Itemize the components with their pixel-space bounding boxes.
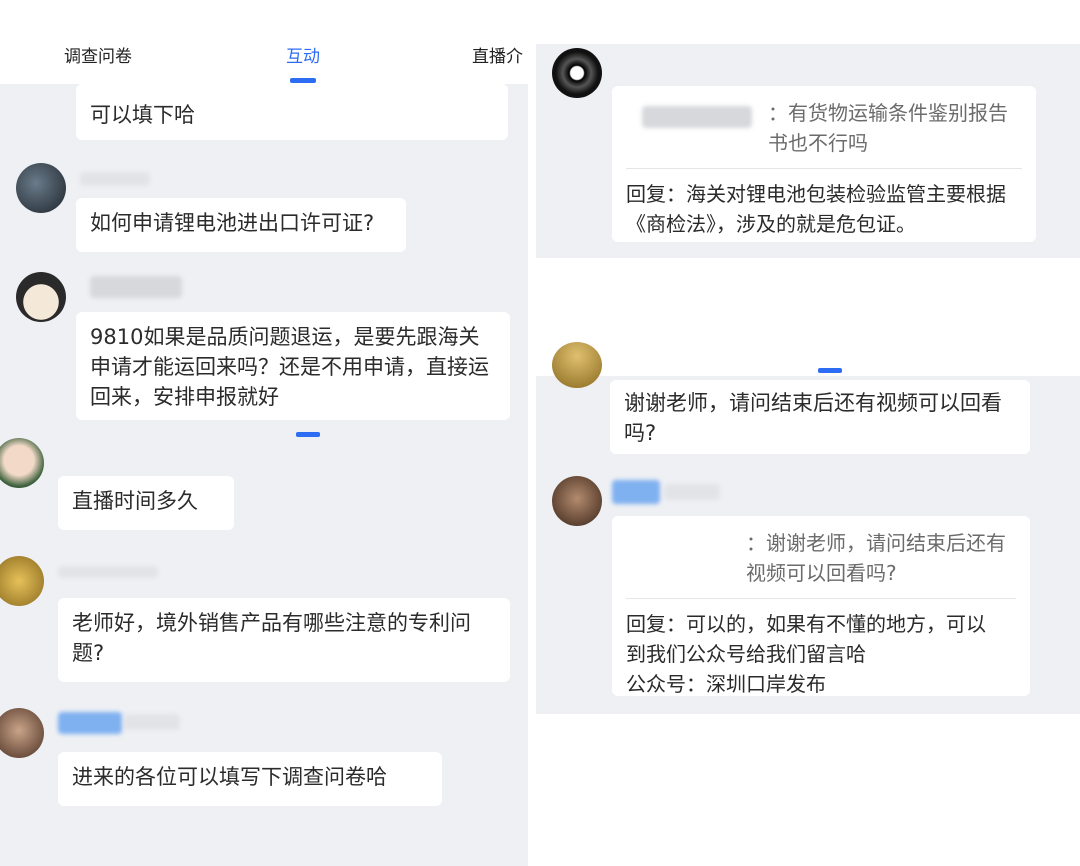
username-blurred [124, 714, 180, 730]
username-blurred [90, 276, 182, 298]
divider [626, 168, 1022, 169]
chat-bubble: 进来的各位可以填写下调查问卷哈 [58, 752, 442, 806]
username-blurred [58, 712, 122, 734]
chat-bubble: 谢谢老师，请问结束后还有视频可以回看吗? [610, 380, 1030, 454]
divider [626, 598, 1016, 599]
tab-survey[interactable]: 调查问卷 [64, 42, 132, 67]
avatar[interactable] [16, 272, 66, 322]
chat-bubble-text: 可以填下哈 [90, 103, 195, 127]
avatar[interactable] [552, 342, 602, 388]
avatar[interactable] [552, 476, 602, 526]
chat-bubble-text: 谢谢老师，请问结束后还有视频可以回看吗? [624, 391, 1002, 445]
username-blurred [642, 106, 752, 128]
chat-bubble: 老师好，境外销售产品有哪些注意的专利问题? [58, 598, 510, 682]
reply-question: ：谢谢老师，请问结束后还有视频可以回看吗? [746, 531, 1006, 585]
username-blurred [612, 480, 660, 504]
reply-answer: 回复：海关对锂电池包装检验监管主要根据《商检法》，涉及的就是危包证。 [626, 182, 1006, 236]
reply-line: 到我们公众号给我们留言哈 [626, 642, 866, 666]
chat-bubble: 如何申请锂电池进出口许可证? [76, 198, 406, 252]
reply-card: ：有货物运输条件鉴别报告书也不行吗 回复：海关对锂电池包装检验监管主要根据《商检… [612, 86, 1036, 242]
chat-bubble: 9810如果是品质问题退运，是要先跟海关申请才能运回来吗？还是不用申请，直接运回… [76, 312, 510, 420]
username-blurred [80, 172, 150, 186]
reply-line: 公众号：深圳口岸发布 [626, 672, 826, 696]
username-blurred [58, 566, 158, 578]
chat-bubble-text: 9810如果是品质问题退运，是要先跟海关申请才能运回来吗？还是不用申请，直接运回… [90, 325, 489, 409]
tab-bar: 调查问卷 互动 直播介 [0, 0, 528, 84]
username-blurred [664, 484, 720, 500]
reply-card: ：谢谢老师，请问结束后还有视频可以回看吗? 回复：可以的，如果有不懂的地方，可以… [612, 516, 1030, 696]
avatar[interactable] [16, 163, 66, 213]
chat-bubble-text: 如何申请锂电池进出口许可证? [90, 211, 375, 235]
scroll-indicator [818, 368, 842, 373]
reply-answer: 回复：可以的，如果有不懂的地方，可以 到我们公众号给我们留言哈 公众号：深圳口岸… [626, 609, 1016, 699]
reply-line: 回复：可以的，如果有不懂的地方，可以 [626, 612, 986, 636]
chat-bubble: 可以填下哈 [76, 84, 508, 140]
tab-interact[interactable]: 互动 [286, 42, 320, 67]
scroll-indicator [296, 432, 320, 437]
avatar[interactable] [552, 48, 602, 98]
chat-bubble-text: 老师好，境外销售产品有哪些注意的专利问题? [72, 611, 471, 665]
tab-live-intro[interactable]: 直播介 [472, 42, 523, 67]
active-tab-indicator [290, 78, 316, 83]
chat-bubble: 直播时间多久 [58, 476, 234, 530]
chat-bubble-text: 直播时间多久 [72, 489, 198, 513]
chat-bubble-text: 进来的各位可以填写下调查问卷哈 [72, 765, 387, 789]
